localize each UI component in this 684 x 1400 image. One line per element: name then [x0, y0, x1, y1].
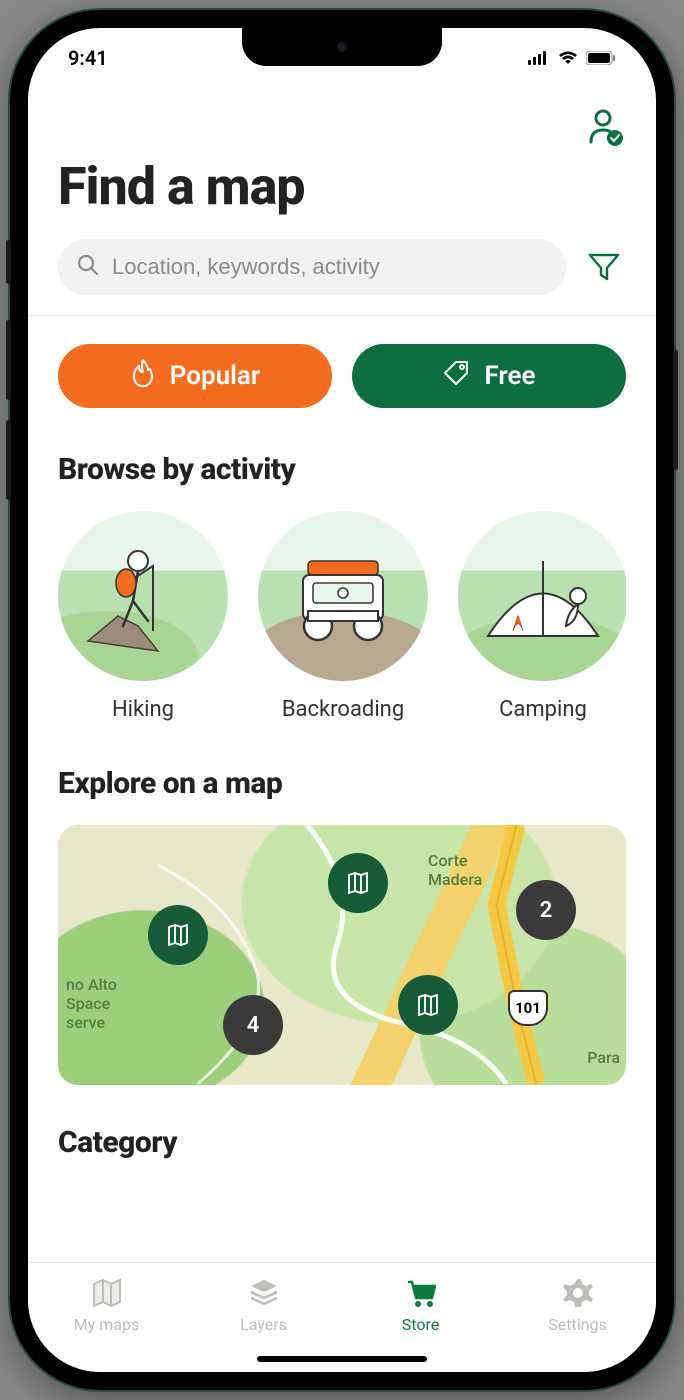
- explore-map-title: Explore on a map: [58, 766, 626, 801]
- activity-label: Hiking: [58, 697, 228, 722]
- category-title: Category: [58, 1125, 626, 1160]
- tab-label: My maps: [74, 1315, 139, 1334]
- activity-backroading[interactable]: Backroading: [258, 511, 428, 722]
- map-place-label: CorteMadera: [428, 851, 482, 889]
- layers-icon: [246, 1275, 282, 1311]
- signal-icon: [528, 51, 550, 65]
- activity-label: Backroading: [258, 697, 428, 722]
- flame-icon: [130, 358, 156, 395]
- tab-layers[interactable]: Layers: [185, 1275, 342, 1334]
- activity-label: Camping: [458, 697, 626, 722]
- activity-camping[interactable]: Camping: [458, 511, 626, 722]
- map-pin[interactable]: [328, 853, 388, 913]
- wifi-icon: [558, 51, 578, 65]
- page-title: Find a map: [58, 156, 626, 217]
- tab-label: Store: [402, 1315, 439, 1334]
- filter-button[interactable]: [582, 245, 626, 289]
- map-cluster[interactable]: 2: [516, 880, 576, 940]
- search-input[interactable]: [112, 254, 548, 280]
- activity-row[interactable]: Hiking: [58, 511, 626, 722]
- map-place-label: no AltoSpaceserve: [66, 975, 117, 1033]
- main-content[interactable]: Find a map: [28, 88, 656, 1262]
- tab-label: Settings: [548, 1315, 606, 1334]
- map-pin[interactable]: [398, 975, 458, 1035]
- gear-icon: [560, 1275, 596, 1311]
- tab-label: Layers: [240, 1315, 287, 1334]
- activity-hiking[interactable]: Hiking: [58, 511, 228, 722]
- free-label: Free: [484, 361, 535, 391]
- free-pill[interactable]: Free: [352, 344, 626, 408]
- home-indicator[interactable]: [257, 1356, 427, 1362]
- tab-settings[interactable]: Settings: [499, 1275, 656, 1334]
- map-pin[interactable]: [148, 905, 208, 965]
- search-icon: [76, 253, 100, 281]
- map-preview[interactable]: CorteMadera no AltoSpaceserve Para 4 2 1…: [58, 825, 626, 1085]
- divider: [28, 315, 656, 316]
- tab-my-maps[interactable]: My maps: [28, 1275, 185, 1334]
- map-cluster[interactable]: 4: [223, 995, 283, 1055]
- popular-label: Popular: [170, 361, 260, 391]
- battery-icon: [586, 51, 616, 65]
- tag-icon: [442, 359, 470, 394]
- camping-illustration: [458, 511, 626, 681]
- phone-frame: 9:41: [10, 10, 674, 1390]
- map-icon: [89, 1275, 125, 1311]
- tab-store[interactable]: Store: [342, 1275, 499, 1334]
- screen: 9:41: [28, 28, 656, 1372]
- popular-pill[interactable]: Popular: [58, 344, 332, 408]
- search-box[interactable]: [58, 239, 566, 295]
- notch: [242, 28, 442, 66]
- backroading-illustration: [258, 511, 428, 681]
- hiking-illustration: [58, 511, 228, 681]
- profile-button[interactable]: [588, 108, 620, 144]
- cart-icon: [403, 1275, 439, 1311]
- browse-activity-title: Browse by activity: [58, 452, 626, 487]
- status-time: 9:41: [68, 46, 108, 70]
- highway-shield: 101: [508, 990, 548, 1026]
- map-place-label: Para: [587, 1048, 620, 1067]
